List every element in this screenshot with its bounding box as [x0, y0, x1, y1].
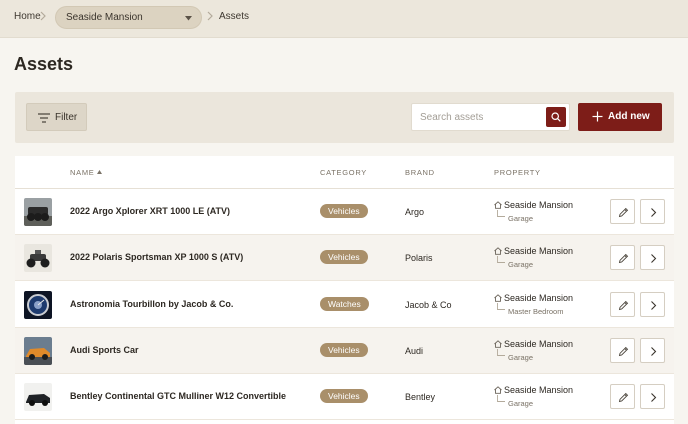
asset-brand: Jacob & Co [405, 300, 452, 310]
asset-thumbnail [24, 337, 52, 365]
category-badge: Vehicles [320, 389, 368, 403]
property-name: Seaside Mansion [504, 200, 574, 210]
edit-button[interactable] [610, 384, 635, 409]
chevron-right-icon [651, 347, 657, 356]
breadcrumb-home-link[interactable]: Home [14, 11, 41, 22]
category-badge: Vehicles [320, 343, 368, 357]
sort-ascending-icon[interactable] [97, 170, 102, 174]
table-row[interactable]: Bentley Continental GTC Mulliner W12 Con… [15, 374, 674, 420]
column-header-category[interactable]: CATEGORY [320, 168, 367, 177]
asset-thumbnail [24, 198, 52, 226]
tree-corner-icon [497, 303, 505, 310]
chevron-right-icon [651, 393, 657, 402]
tree-corner-icon [497, 349, 505, 356]
search-box [411, 103, 570, 131]
pencil-icon [618, 300, 629, 311]
asset-brand: Bentley [405, 392, 436, 402]
property-name: Seaside Mansion [504, 385, 574, 395]
edit-button[interactable] [610, 199, 635, 224]
asset-name[interactable]: 2022 Argo Xplorer XRT 1000 LE (ATV) [70, 206, 230, 216]
table-row[interactable]: Astronomia Tourbillon by Jacob & Co. Wat… [15, 282, 674, 328]
asset-name[interactable]: Astronomia Tourbillon by Jacob & Co. [70, 299, 233, 309]
edit-button[interactable] [610, 338, 635, 363]
chevron-right-icon [651, 254, 657, 263]
table-row[interactable]: 2022 Polaris Sportsman XP 1000 S (ATV) V… [15, 235, 674, 281]
asset-brand: Polaris [405, 253, 433, 263]
table-row[interactable]: 2022 Argo Xplorer XRT 1000 LE (ATV) Vehi… [15, 189, 674, 235]
column-header-name[interactable]: NAME [70, 168, 94, 177]
open-button[interactable] [640, 199, 665, 224]
chevron-right-icon [651, 301, 657, 310]
filter-lines-icon [38, 113, 50, 123]
open-button[interactable] [640, 245, 665, 270]
toolbar: Filter Add new [15, 92, 674, 143]
add-new-button[interactable]: Add new [578, 103, 662, 131]
home-icon [494, 247, 502, 255]
edit-button[interactable] [610, 292, 635, 317]
caret-down-icon [185, 16, 192, 21]
column-header-property[interactable]: PROPERTY [494, 168, 541, 177]
asset-name[interactable]: Audi Sports Car [70, 345, 139, 355]
property-room: Garage [508, 260, 534, 269]
plus-icon [592, 111, 603, 122]
breadcrumb: Home Seaside Mansion Assets [0, 0, 688, 38]
pencil-icon [618, 207, 629, 218]
property-select-value: Seaside Mansion [66, 12, 143, 23]
category-badge: Vehicles [320, 204, 368, 218]
home-icon [494, 201, 502, 209]
pencil-icon [618, 253, 629, 264]
edit-button[interactable] [610, 245, 635, 270]
search-button[interactable] [546, 107, 566, 127]
asset-name[interactable]: Bentley Continental GTC Mulliner W12 Con… [70, 391, 286, 401]
pencil-icon [618, 392, 629, 403]
property-room: Master Bedroom [508, 307, 564, 316]
column-header-brand[interactable]: BRAND [405, 168, 435, 177]
category-badge: Watches [320, 297, 369, 311]
open-button[interactable] [640, 384, 665, 409]
asset-name[interactable]: 2022 Polaris Sportsman XP 1000 S (ATV) [70, 252, 243, 262]
asset-thumbnail [24, 291, 52, 319]
search-icon [551, 112, 561, 122]
page-title: Assets [14, 54, 74, 74]
property-name: Seaside Mansion [504, 246, 574, 256]
open-button[interactable] [640, 338, 665, 363]
assets-table: NAME CATEGORY BRAND PROPERTY 2022 Argo X… [15, 156, 674, 424]
breadcrumb-separator-icon [40, 11, 48, 23]
property-name: Seaside Mansion [504, 293, 574, 303]
asset-thumbnail [24, 244, 52, 272]
table-row[interactable]: Audi Sports Car Vehicles Audi Seaside Ma… [15, 328, 674, 374]
breadcrumb-separator-icon [207, 11, 215, 23]
property-name: Seaside Mansion [504, 339, 574, 349]
property-room: Garage [508, 399, 534, 408]
filter-button[interactable]: Filter [26, 103, 87, 131]
chevron-right-icon [651, 208, 657, 217]
asset-brand: Audi [405, 346, 424, 356]
tree-corner-icon [497, 210, 505, 217]
filter-label: Filter [55, 112, 78, 123]
asset-brand: Argo [405, 207, 425, 217]
pencil-icon [618, 346, 629, 357]
breadcrumb-current: Assets [219, 11, 250, 22]
property-select[interactable]: Seaside Mansion [55, 6, 202, 29]
table-header: NAME CATEGORY BRAND PROPERTY [15, 156, 674, 189]
add-new-label: Add new [608, 111, 650, 122]
tree-corner-icon [497, 256, 505, 263]
property-room: Garage [508, 214, 534, 223]
category-badge: Vehicles [320, 250, 368, 264]
search-input[interactable] [412, 104, 544, 130]
open-button[interactable] [640, 292, 665, 317]
home-icon [494, 386, 502, 394]
property-room: Garage [508, 353, 534, 362]
home-icon [494, 294, 502, 302]
tree-corner-icon [497, 395, 505, 402]
asset-thumbnail [24, 383, 52, 411]
home-icon [494, 340, 502, 348]
